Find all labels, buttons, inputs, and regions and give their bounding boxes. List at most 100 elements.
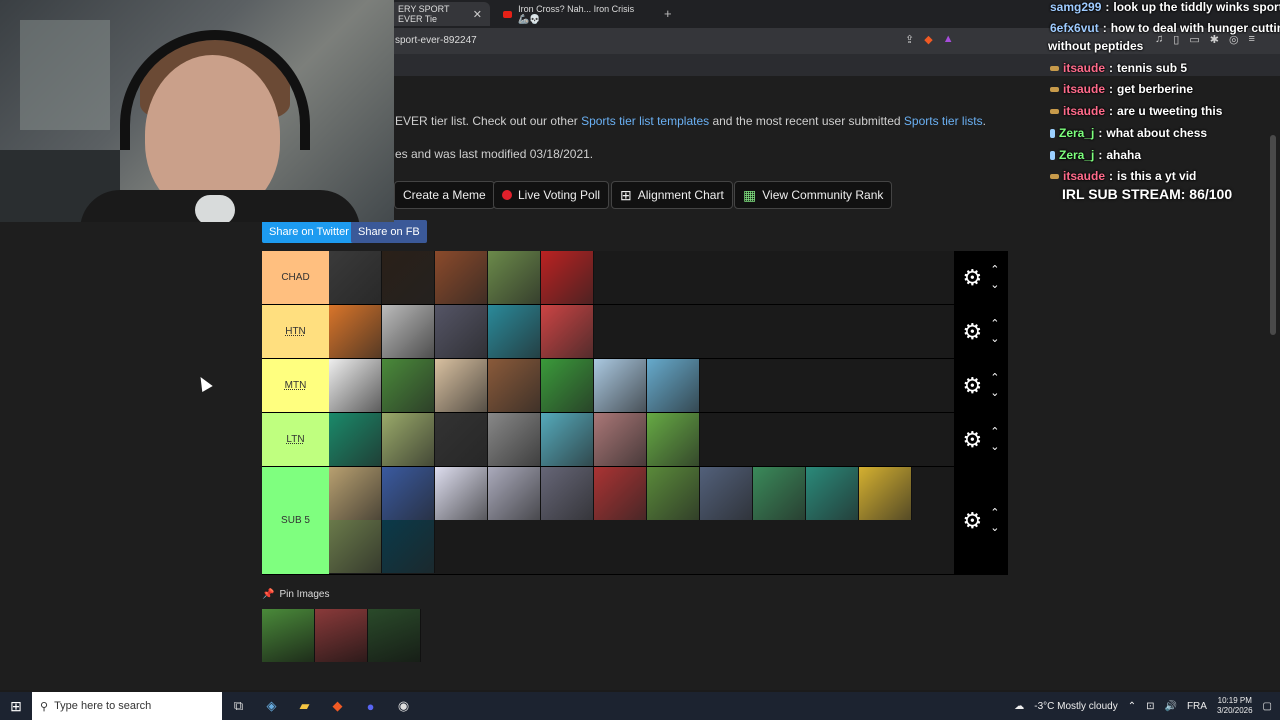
fencing-image[interactable] [435,413,488,466]
golf-image[interactable] [382,359,435,412]
tier-label[interactable]: MTN [262,359,329,412]
close-tab-icon[interactable]: ✕ [473,8,482,21]
tier-list: CHAD ⚙ ⌃ ⌄ HTN ⚙ ⌃ ⌄ MTN ⚙ ⌃ ⌄ LTN ⚙ ⌃ ⌄ SUB 5 ⚙ ⌃ ⌄ [262,251,1008,575]
move-up-icon[interactable]: ⌃ [990,426,999,438]
gear-icon[interactable]: ⚙ [963,509,983,532]
cycling-image[interactable] [541,467,594,520]
discord-icon[interactable]: ● [354,699,387,714]
motor-racing-image[interactable] [435,305,488,358]
move-up-icon[interactable]: ⌃ [990,318,999,330]
cricket-image[interactable] [435,467,488,520]
move-down-icon[interactable]: ⌄ [990,522,999,534]
create-meme-button[interactable]: Create a Meme [394,181,495,209]
view-community-rank-button[interactable]: ▦ View Community Rank [734,181,893,209]
tier-label[interactable]: LTN [262,413,329,466]
water-polo-image[interactable] [647,359,700,412]
sports-templates-link[interactable]: Sports tier list templates [581,114,709,128]
move-up-icon[interactable]: ⌃ [990,372,999,384]
alignment-chart-button[interactable]: ⊞ Alignment Chart [611,181,733,209]
tier-label[interactable]: SUB 5 [262,467,329,574]
gear-icon[interactable]: ⚙ [963,428,983,451]
fingerboard-image[interactable] [329,467,382,520]
table-tennis-image[interactable] [435,359,488,412]
badminton-image[interactable] [859,467,912,520]
tray-chevron-icon[interactable]: ⌃ [1128,701,1136,712]
url-field[interactable]: sport-ever-892247 [395,35,477,46]
volume-icon[interactable]: 🔊 [1165,701,1177,712]
chat-separator: : [1109,104,1114,118]
billiards-image[interactable] [329,413,382,466]
basketball-image[interactable] [329,305,382,358]
share-icon[interactable]: ⇪ [905,33,914,46]
tier-label[interactable]: HTN [262,305,329,358]
baseball-image[interactable] [329,359,382,412]
chat-separator: : [1109,169,1114,183]
live-voting-poll-button[interactable]: Live Voting Poll [493,181,610,209]
language-indicator[interactable]: FRA [1187,701,1207,712]
move-down-icon[interactable]: ⌄ [990,441,999,453]
pin-images[interactable]: 📌 Pin Images [262,589,329,600]
gear-icon[interactable]: ⚙ [963,374,983,397]
chat-message: itsaude: tennis sub 5 [1050,61,1187,75]
tier-label[interactable]: CHAD [262,251,329,304]
esports-image[interactable] [700,467,753,520]
share-facebook-button[interactable]: Share on FB [351,220,427,243]
share-twitter-button[interactable]: Share on Twitter [262,220,356,243]
taskbar-search[interactable]: ⚲ Type here to search [32,692,222,720]
track-running-image[interactable] [541,305,594,358]
move-down-icon[interactable]: ⌄ [990,333,999,345]
lacrosse-image[interactable] [488,413,541,466]
notifications-icon[interactable]: ▢ [1263,701,1272,712]
copilot-icon[interactable]: ◈ [255,698,288,714]
gear-icon[interactable]: ⚙ [963,266,983,289]
diving-image[interactable] [382,520,435,573]
american-football-image[interactable] [435,251,488,304]
frisbee-image[interactable] [329,520,382,573]
stadium-crowd-image[interactable] [315,609,368,662]
surfing-image[interactable] [488,305,541,358]
volleyball-image[interactable] [594,413,647,466]
move-up-icon[interactable]: ⌃ [990,264,999,276]
file-explorer-icon[interactable]: ▰ [288,698,321,714]
swimming-image[interactable] [541,413,594,466]
curling-image[interactable] [488,467,541,520]
clock[interactable]: 10:19 PM 3/20/2026 [1217,696,1253,716]
move-down-icon[interactable]: ⌄ [990,279,999,291]
stadium-night-image[interactable] [368,609,421,662]
network-icon[interactable]: ⊡ [1146,701,1154,712]
rugby-ball-image[interactable] [488,251,541,304]
darts-image[interactable] [594,467,647,520]
mma-fighter-image[interactable] [382,251,435,304]
tab-tierlist[interactable]: ERY SPORT EVER Tie ✕ [390,2,490,26]
hockey-puck-image[interactable] [382,305,435,358]
bowling-image[interactable] [382,467,435,520]
boxing-glove-image[interactable] [541,251,594,304]
croquet-image[interactable] [382,413,435,466]
search-icon: ⚲ [40,700,49,713]
brave-shield-icon[interactable]: ◆ [924,33,932,46]
chat-message: Zera_j: ahaha [1050,148,1141,162]
tennis-image[interactable] [647,413,700,466]
skateboarding-image[interactable] [488,359,541,412]
disc-golf-image[interactable] [647,467,700,520]
brave-browser-icon[interactable]: ◆ [321,698,354,714]
stadium-soccer-image[interactable] [262,609,315,662]
obs-icon[interactable]: ◉ [387,698,420,714]
move-up-icon[interactable]: ⌃ [990,507,999,519]
windows-start-icon[interactable]: ⊞ [0,698,32,715]
move-down-icon[interactable]: ⌄ [990,387,999,399]
weather-text[interactable]: -3°C Mostly cloudy [1034,701,1117,712]
brave-rewards-icon[interactable]: ▲ [943,33,954,46]
skiing-image[interactable] [594,359,647,412]
tab-youtube[interactable]: Iron Cross? Nah... Iron Crisis 🦾💀 [495,2,655,26]
weather-icon[interactable]: ☁ [1014,701,1024,712]
field-hockey-image[interactable] [753,467,806,520]
address-actions: ⇪ ◆ ▲ [905,33,954,46]
soccer-image[interactable] [541,359,594,412]
f1-racing-image[interactable] [329,251,382,304]
task-view-icon[interactable]: ⧉ [222,698,255,714]
ping-pong-image[interactable] [806,467,859,520]
gear-icon[interactable]: ⚙ [963,320,983,343]
sports-tierlists-link[interactable]: Sports tier lists [904,114,983,128]
new-tab-icon[interactable]: + [664,6,672,21]
